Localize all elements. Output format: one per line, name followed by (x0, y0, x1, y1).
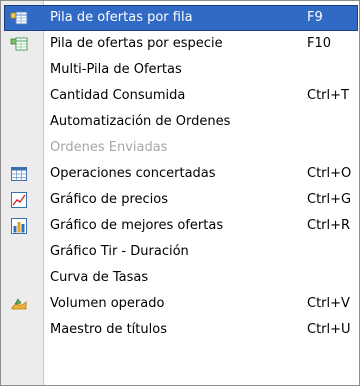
menu-item-automatizacion[interactable]: Automatización de Ordenes (4, 109, 358, 135)
context-menu: Pila de ofertas por fila F9 Pila de ofer… (0, 0, 360, 386)
menu-item-label: Maestro de títulos (50, 322, 167, 337)
volume-icon (10, 295, 28, 313)
grid-icon (10, 165, 28, 183)
menu-item-shortcut: Ctrl+T (307, 88, 349, 103)
menu-item-label: Gráfico de precios (50, 192, 168, 207)
menu-item-curva-de-tasas[interactable]: Curva de Tasas (4, 265, 358, 291)
menu-item-shortcut: Ctrl+V (307, 296, 350, 311)
menu-item-label: Operaciones concertadas (50, 166, 216, 181)
menu-item-shortcut: Ctrl+R (307, 218, 351, 233)
menu-item-label: Curva de Tasas (50, 270, 149, 285)
menu-item-label: Automatización de Ordenes (50, 114, 231, 129)
menu-item-cantidad-consumida[interactable]: Cantidad Consumida Ctrl+T (4, 83, 358, 109)
menu-item-pila-por-especie[interactable]: Pila de ofertas por especie F10 (4, 31, 358, 57)
menu-item-shortcut: Ctrl+U (307, 322, 351, 337)
menu-item-shortcut: Ctrl+G (307, 192, 352, 207)
menu-items: Pila de ofertas por fila F9 Pila de ofer… (4, 5, 358, 343)
menu-item-maestro-titulos[interactable]: Maestro de títulos Ctrl+U (4, 317, 358, 343)
menu-item-shortcut: F9 (307, 10, 323, 25)
menu-item-grafico-precios[interactable]: Gráfico de precios Ctrl+G (4, 187, 358, 213)
menu-item-volumen-operado[interactable]: Volumen operado Ctrl+V (4, 291, 358, 317)
menu-item-label: Pila de ofertas por especie (50, 36, 223, 51)
menu-item-grafico-tir-duracion[interactable]: Gráfico Tir - Duración (4, 239, 358, 265)
menu-item-multi-pila[interactable]: Multi-Pila de Ofertas (4, 57, 358, 83)
menu-item-operaciones-concertadas[interactable]: Operaciones concertadas Ctrl+O (4, 161, 358, 187)
table-list-icon (10, 9, 28, 27)
menu-item-shortcut: F10 (307, 36, 332, 51)
menu-item-label: Pila de ofertas por fila (50, 10, 193, 25)
line-chart-icon (10, 191, 28, 209)
menu-item-label: Gráfico Tir - Duración (50, 244, 189, 259)
menu-item-label: Ordenes Enviadas (50, 140, 168, 155)
menu-item-label: Multi-Pila de Ofertas (50, 62, 182, 77)
table-list-icon (10, 35, 28, 53)
menu-item-label: Gráfico de mejores ofertas (50, 218, 224, 233)
menu-item-ordenes-enviadas: Ordenes Enviadas (4, 135, 358, 161)
bar-chart-icon (10, 217, 28, 235)
menu-item-grafico-mejores-ofertas[interactable]: Gráfico de mejores ofertas Ctrl+R (4, 213, 358, 239)
menu-item-pila-por-fila[interactable]: Pila de ofertas por fila F9 (4, 5, 358, 31)
menu-item-label: Cantidad Consumida (50, 88, 186, 103)
menu-item-shortcut: Ctrl+O (307, 166, 352, 181)
menu-item-label: Volumen operado (50, 296, 165, 311)
